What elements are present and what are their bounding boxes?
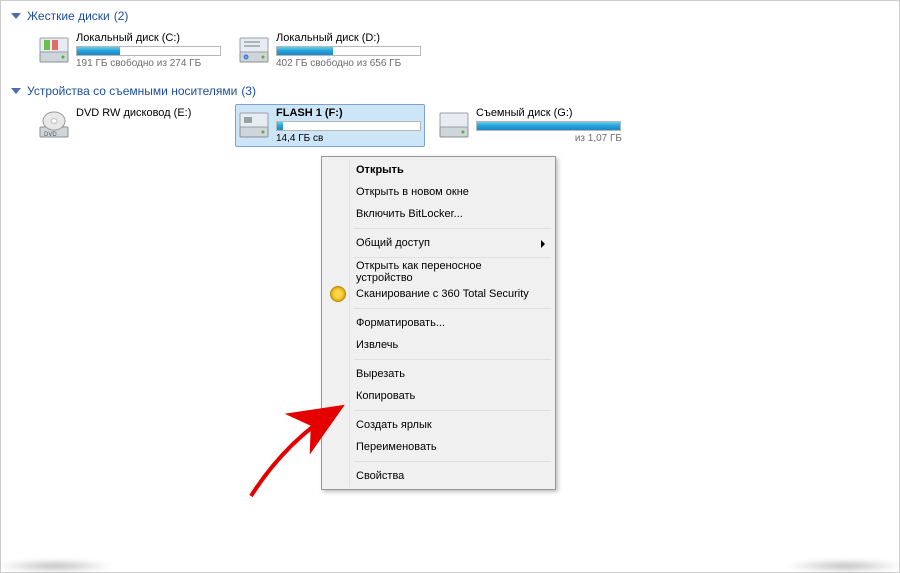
capacity-bar <box>76 46 221 56</box>
menu-separator <box>354 257 551 258</box>
menu-format[interactable]: Форматировать... <box>324 312 553 334</box>
drive-e-dvd[interactable]: DVD DVD RW дисковод (E:) <box>35 104 225 147</box>
decor-shadow <box>0 559 115 573</box>
group-count: (2) <box>114 9 129 23</box>
group-header-removable[interactable]: Устройства со съемными носителями (3) <box>11 84 889 98</box>
menu-properties[interactable]: Свойства <box>324 465 553 487</box>
drive-label: Локальный диск (C:) <box>76 32 222 44</box>
menu-separator <box>354 228 551 229</box>
group-count: (3) <box>241 84 256 98</box>
capacity-bar <box>276 121 421 131</box>
hdd-icon <box>38 34 70 66</box>
menu-separator <box>354 359 551 360</box>
hdd-icon <box>238 34 270 66</box>
drive-d[interactable]: Локальный диск (D:) 402 ГБ свободно из 6… <box>235 29 425 72</box>
drive-label: Съемный диск (G:) <box>476 107 622 119</box>
menu-scan-360[interactable]: Сканирование с 360 Total Security <box>324 283 553 305</box>
collapse-icon <box>11 13 21 19</box>
menu-separator <box>354 461 551 462</box>
removable-disk-icon <box>238 109 270 141</box>
menu-rename[interactable]: Переименовать <box>324 436 553 458</box>
removable-disk-icon <box>438 109 470 141</box>
capacity-text: из 1,07 ГБ <box>476 133 622 144</box>
group-title: Устройства со съемными носителями <box>27 84 237 98</box>
capacity-bar <box>276 46 421 56</box>
group-title: Жесткие диски <box>27 9 110 23</box>
menu-open[interactable]: Открыть <box>324 159 553 181</box>
decor-shadow <box>785 559 900 573</box>
menu-open-new-window[interactable]: Открыть в новом окне <box>324 181 553 203</box>
capacity-text: 402 ГБ свободно из 656 ГБ <box>276 58 422 69</box>
capacity-text: 14,4 ГБ св <box>276 133 422 144</box>
menu-separator <box>354 308 551 309</box>
drive-label: Локальный диск (D:) <box>276 32 422 44</box>
menu-separator <box>354 410 551 411</box>
antivirus-icon <box>330 286 346 302</box>
menu-open-portable[interactable]: Открыть как переносное устройство <box>324 261 553 283</box>
drive-label: DVD RW дисковод (E:) <box>76 107 222 119</box>
menu-eject[interactable]: Извлечь <box>324 334 553 356</box>
drive-f-flash[interactable]: FLASH 1 (F:) 14,4 ГБ св <box>235 104 425 147</box>
menu-copy[interactable]: Копировать <box>324 385 553 407</box>
menu-create-shortcut[interactable]: Создать ярлык <box>324 414 553 436</box>
capacity-text: 191 ГБ свободно из 274 ГБ <box>76 58 222 69</box>
menu-bitlocker[interactable]: Включить BitLocker... <box>324 203 553 225</box>
dvd-icon: DVD <box>38 109 70 141</box>
context-menu: Открыть Открыть в новом окне Включить Bi… <box>321 156 556 490</box>
drive-g-removable[interactable]: Съемный диск (G:) из 1,07 ГБ <box>435 104 625 147</box>
capacity-bar <box>476 121 621 131</box>
svg-text:DVD: DVD <box>44 132 57 138</box>
drive-label: FLASH 1 (F:) <box>276 107 422 119</box>
collapse-icon <box>11 88 21 94</box>
menu-share[interactable]: Общий доступ <box>324 232 553 254</box>
group-header-hdd[interactable]: Жесткие диски (2) <box>11 9 889 23</box>
menu-cut[interactable]: Вырезать <box>324 363 553 385</box>
drive-c[interactable]: Локальный диск (C:) 191 ГБ свободно из 2… <box>35 29 225 72</box>
